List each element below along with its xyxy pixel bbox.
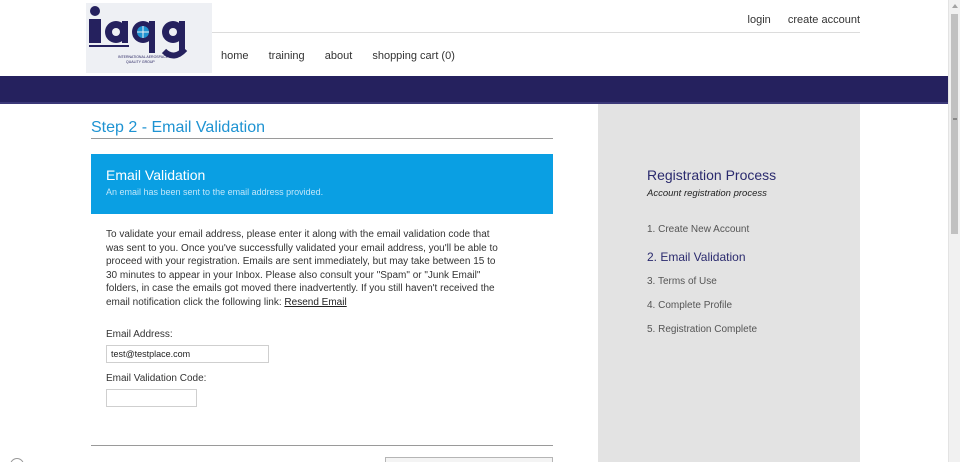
nav-about[interactable]: about: [325, 50, 353, 62]
logo-tagline-2: QUALITY GROUP: [126, 60, 155, 64]
logo-graphic: INTERNATIONAL AEROSPACE QUALITY GROUP: [89, 6, 188, 64]
login-link[interactable]: login: [748, 14, 771, 26]
scroll-position-marker: [953, 118, 957, 120]
nav-shopping-cart[interactable]: shopping cart (0): [372, 50, 455, 62]
form-divider: [91, 445, 553, 446]
info-banner: Email Validation An email has been sent …: [91, 154, 553, 214]
scroll-up-icon[interactable]: [952, 4, 958, 8]
create-account-link[interactable]: create account: [788, 14, 860, 26]
resend-email-link[interactable]: Resend Email: [284, 297, 346, 308]
page-scrollbar[interactable]: [948, 0, 960, 462]
info-heading: Email Validation: [106, 167, 206, 183]
page-title: Step 2 - Email Validation: [91, 119, 266, 136]
step-complete-profile: 4. Complete Profile: [647, 300, 733, 311]
submit-button[interactable]: [385, 457, 553, 462]
nav-training[interactable]: training: [269, 50, 305, 62]
user-links: login create account: [734, 14, 860, 26]
scrollbar-thumb[interactable]: [951, 14, 958, 234]
main-navigation: home training about shopping cart (0): [221, 50, 472, 62]
logo-tagline-1: INTERNATIONAL AEROSPACE: [118, 55, 169, 59]
validation-code-input[interactable]: [106, 389, 197, 407]
step-registration-complete: 5. Registration Complete: [647, 324, 758, 335]
step-create-account: 1. Create New Account: [647, 224, 750, 235]
instructions-text: To validate your email address, please e…: [106, 228, 506, 310]
title-divider: [91, 138, 553, 139]
registration-sidebar: Registration Process Account registratio…: [598, 104, 860, 462]
email-input[interactable]: [106, 345, 269, 363]
email-label: Email Address:: [106, 329, 173, 340]
sidebar-title: Registration Process: [647, 167, 777, 183]
header-band: [0, 76, 948, 104]
info-subtext: An email has been sent to the email addr…: [106, 187, 324, 197]
step-terms-of-use: 3. Terms of Use: [647, 276, 717, 287]
step-email-validation: 2. Email Validation: [647, 250, 746, 264]
header-divider: [212, 32, 860, 33]
validation-code-label: Email Validation Code:: [106, 373, 207, 384]
iaqg-logo[interactable]: INTERNATIONAL AEROSPACE QUALITY GROUP: [86, 3, 212, 73]
sidebar-subtitle: Account registration process: [647, 188, 767, 199]
help-icon[interactable]: [10, 458, 24, 462]
nav-home[interactable]: home: [221, 50, 249, 62]
